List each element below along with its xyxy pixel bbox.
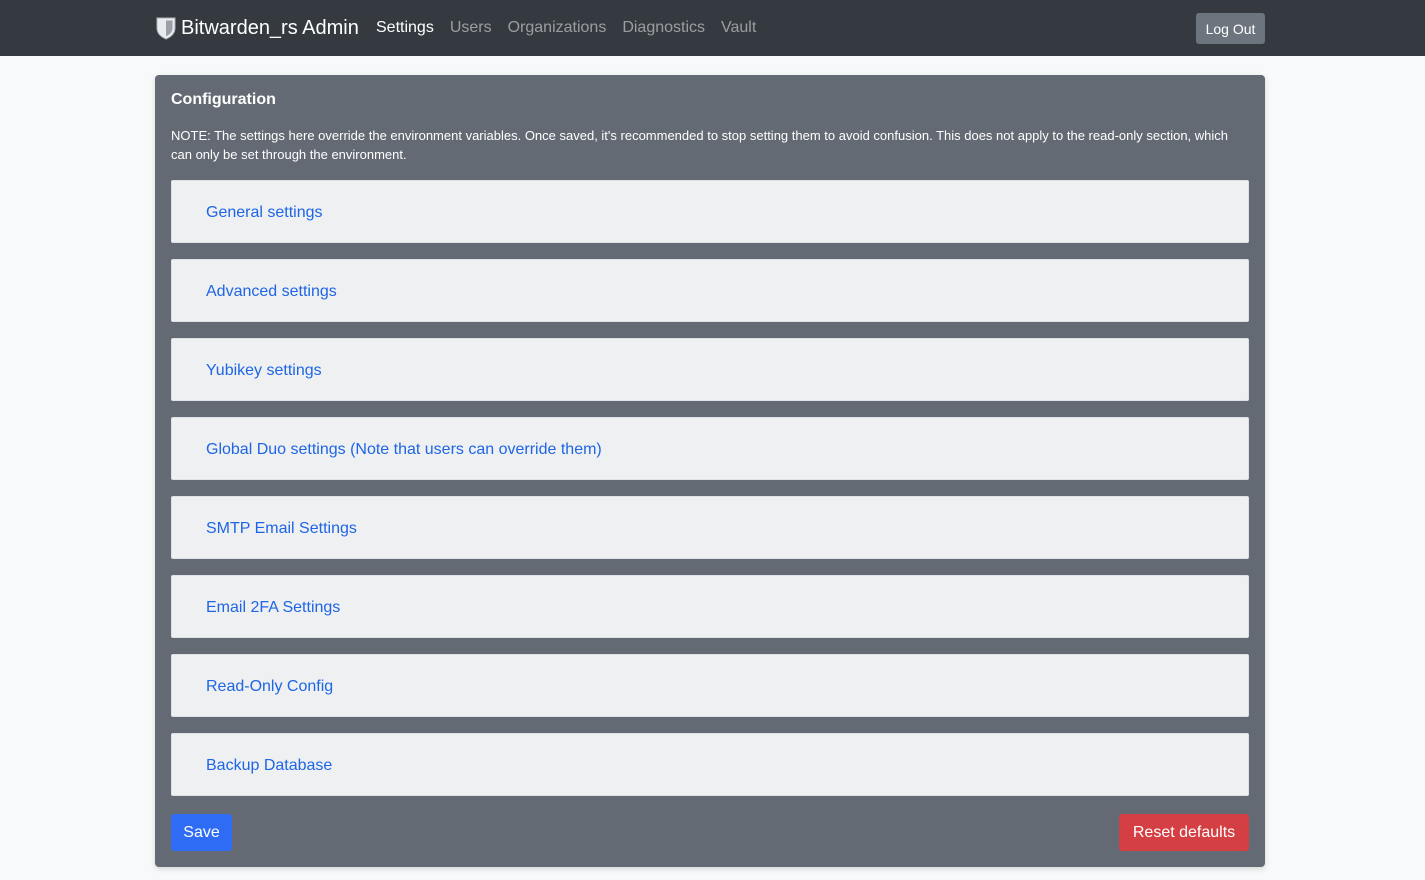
brand[interactable]: Bitwarden_rs Admin — [155, 0, 359, 56]
nav-settings[interactable]: Settings — [376, 19, 434, 37]
configuration-card: Configuration NOTE: The settings here ov… — [155, 75, 1265, 867]
section-read-only-config[interactable]: Read-Only Config — [171, 654, 1249, 717]
section-general-settings[interactable]: General settings — [171, 180, 1249, 243]
nav-users[interactable]: Users — [450, 19, 492, 37]
card-title: Configuration — [171, 91, 276, 108]
section-label[interactable]: Read-Only Config — [206, 655, 333, 718]
brand-title: Bitwarden_rs Admin — [181, 16, 359, 39]
section-label[interactable]: General settings — [206, 181, 323, 244]
nav-links: Settings Users Organizations Diagnostics… — [376, 0, 772, 56]
reset-defaults-button[interactable]: Reset defaults — [1119, 814, 1249, 851]
section-global-duo-settings[interactable]: Global Duo settings (Note that users can… — [171, 417, 1249, 480]
save-button[interactable]: Save — [171, 814, 232, 851]
nav-organizations[interactable]: Organizations — [508, 19, 607, 37]
section-advanced-settings[interactable]: Advanced settings — [171, 259, 1249, 322]
section-backup-database[interactable]: Backup Database — [171, 733, 1249, 796]
section-label[interactable]: SMTP Email Settings — [206, 497, 357, 560]
section-email-2fa-settings[interactable]: Email 2FA Settings — [171, 575, 1249, 638]
nav-diagnostics[interactable]: Diagnostics — [622, 19, 705, 37]
section-label[interactable]: Advanced settings — [206, 260, 337, 323]
top-navbar: Bitwarden_rs Admin Settings Users Organi… — [0, 0, 1425, 56]
logout-button[interactable]: Log Out — [1196, 13, 1265, 44]
nav-vault[interactable]: Vault — [721, 19, 756, 37]
section-label[interactable]: Global Duo settings (Note that users can… — [206, 418, 602, 481]
section-yubikey-settings[interactable]: Yubikey settings — [171, 338, 1249, 401]
shield-icon — [155, 16, 177, 40]
section-label[interactable]: Yubikey settings — [206, 339, 322, 402]
config-note: NOTE: The settings here override the env… — [171, 128, 1229, 162]
section-label[interactable]: Backup Database — [206, 734, 332, 797]
section-label[interactable]: Email 2FA Settings — [206, 576, 340, 639]
section-smtp-email-settings[interactable]: SMTP Email Settings — [171, 496, 1249, 559]
